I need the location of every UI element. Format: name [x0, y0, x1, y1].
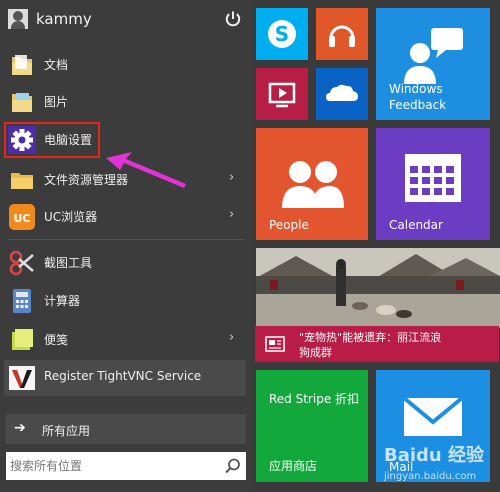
- app-item-label: 文档: [44, 58, 69, 72]
- app-item-label: Register TightVNC Service: [44, 369, 202, 383]
- watermark-line1: Baidu 经验: [384, 445, 485, 466]
- search-box[interactable]: [6, 452, 246, 480]
- tile-label: People: [269, 218, 309, 232]
- app-item-label: 图片: [44, 95, 69, 109]
- tile-calendar[interactable]: Calendar: [376, 128, 490, 240]
- user-name[interactable]: kammy: [36, 10, 92, 28]
- folder-icon: [12, 93, 32, 112]
- svg-text:UC: UC: [13, 212, 30, 225]
- app-item-label: 便笺: [44, 333, 69, 347]
- tile-label: Calendar: [389, 218, 443, 232]
- chevron-right-icon[interactable]: ›: [229, 207, 234, 222]
- tile-store[interactable]: Red Stripe 折扣 应用商店: [256, 370, 368, 482]
- tile-label: 应用商店: [269, 459, 318, 473]
- all-apps-label: 所有应用: [42, 424, 91, 438]
- news-photo: [256, 248, 500, 328]
- arrow-right-icon: ➔: [14, 420, 26, 436]
- tile-label: Windows: [389, 82, 443, 96]
- start-menu-left-panel: kammy 文档 图片 电脑设置 文件资源管理器 › UC UC浏览器 › 截图…: [0, 0, 252, 492]
- tile-people[interactable]: People: [256, 128, 368, 240]
- news-caption[interactable]: "宠物热"能被遗弃：丽江流浪 狗成群: [255, 326, 499, 362]
- all-apps-button[interactable]: ➔ 所有应用: [6, 414, 246, 444]
- app-item-label: 截图工具: [44, 256, 93, 270]
- tile-news[interactable]: [256, 248, 500, 328]
- tile-onedrive[interactable]: [316, 68, 368, 120]
- app-item-calculator[interactable]: 计算器: [0, 283, 252, 319]
- watermark-line2: jingyan.baidu.com: [384, 471, 477, 482]
- chevron-right-icon[interactable]: ›: [229, 170, 234, 185]
- app-item-label: UC浏览器: [44, 210, 98, 224]
- app-item-sticky-notes[interactable]: 便笺 ›: [0, 322, 252, 358]
- svg-text:S: S: [275, 22, 289, 46]
- search-icon[interactable]: [224, 457, 242, 475]
- scissors-icon: [9, 250, 34, 276]
- divider: [8, 239, 244, 240]
- avatar[interactable]: [8, 9, 28, 29]
- app-item-label: 电脑设置: [44, 133, 93, 147]
- store-promo-title: Red Stripe 折扣: [269, 392, 360, 406]
- skype-icon: S: [268, 20, 296, 48]
- cloud-icon: [326, 84, 358, 101]
- tightvnc-icon: [9, 366, 35, 390]
- calculator-icon: [13, 289, 31, 313]
- annotation-arrow-icon: [106, 152, 186, 188]
- news-icon: [265, 336, 285, 352]
- sticky-notes-icon: [12, 329, 33, 350]
- news-headline: "宠物热"能被遗弃：丽江流浪 狗成群: [299, 330, 489, 360]
- app-item-pc-settings[interactable]: 电脑设置: [4, 122, 100, 158]
- search-input[interactable]: [10, 456, 218, 476]
- user-header[interactable]: kammy: [0, 0, 252, 40]
- tile-video[interactable]: [256, 68, 308, 120]
- app-item-tightvnc[interactable]: Register TightVNC Service: [4, 360, 246, 396]
- tile-music[interactable]: [316, 8, 368, 60]
- baidu-watermark: Baidu 经验 jingyan.baidu.com: [380, 437, 498, 489]
- uc-browser-icon: UC: [9, 204, 35, 230]
- tile-windows-feedback[interactable]: Windows Feedback: [376, 8, 490, 120]
- app-item-documents[interactable]: 文档: [0, 47, 252, 83]
- folder-icon: [12, 55, 32, 75]
- tile-skype[interactable]: S: [256, 8, 308, 60]
- tile-label: Feedback: [389, 98, 447, 112]
- app-item-pictures[interactable]: 图片: [0, 84, 252, 120]
- folder-icon: [11, 173, 33, 189]
- news-headline-line1: "宠物热"能被遗弃：丽江流浪: [299, 331, 442, 344]
- app-item-uc-browser[interactable]: UC UC浏览器 ›: [0, 199, 252, 235]
- news-headline-line2: 狗成群: [299, 346, 332, 359]
- gear-icon: [8, 126, 36, 154]
- app-item-label: 计算器: [44, 294, 81, 308]
- chevron-right-icon[interactable]: ›: [229, 330, 234, 345]
- video-icon: [268, 82, 296, 108]
- app-item-snipping-tool[interactable]: 截图工具: [0, 245, 252, 281]
- power-icon[interactable]: [224, 10, 242, 28]
- headphones-icon: [329, 25, 355, 47]
